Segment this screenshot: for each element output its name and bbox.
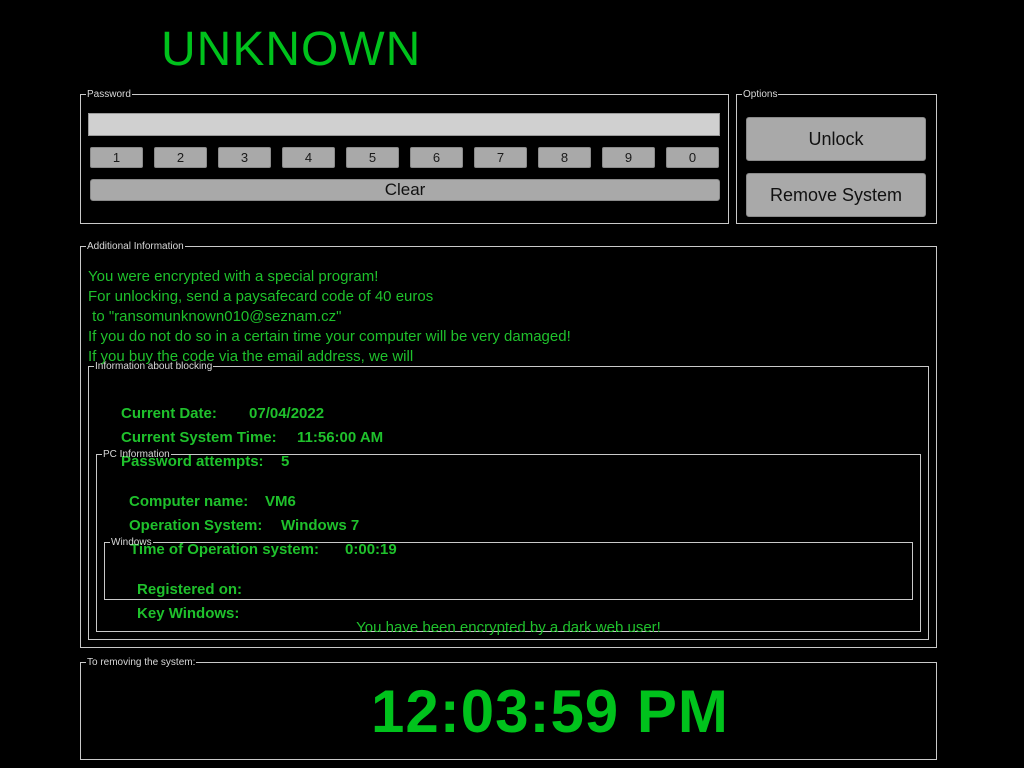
- unlock-button[interactable]: Unlock: [746, 117, 926, 161]
- removal-legend: To removing the system:: [87, 657, 196, 668]
- options-group-legend: Options: [743, 89, 778, 100]
- clear-button[interactable]: Clear: [90, 179, 720, 201]
- password-input[interactable]: [88, 113, 720, 136]
- digit-button-6[interactable]: 6: [410, 147, 463, 168]
- removal-clock: 12:03:59 PM: [371, 678, 729, 745]
- digit-button-2[interactable]: 2: [154, 147, 207, 168]
- digit-button-5[interactable]: 5: [346, 147, 399, 168]
- blocking-info-legend: Information about blocking: [95, 361, 213, 372]
- remove-system-button[interactable]: Remove System: [746, 173, 926, 217]
- digit-button-1[interactable]: 1: [90, 147, 143, 168]
- removal-group: To removing the system: 12:03:59 PM: [80, 657, 937, 760]
- options-group: Options Unlock Remove System: [736, 89, 937, 224]
- digit-button-7[interactable]: 7: [474, 147, 527, 168]
- info-line-1: You were encrypted with a special progra…: [88, 268, 379, 285]
- app-title: UNKNOWN: [161, 23, 422, 76]
- digit-keypad: 1 2 3 4 5 6 7 8 9 0: [90, 147, 720, 168]
- info-line-3: to "ransomunknown010@seznam.cz": [88, 308, 342, 325]
- digit-button-0[interactable]: 0: [666, 147, 719, 168]
- ransom-window: UNKNOWN Password 1 2 3 4 5 6 7 8 9 0 Cle…: [0, 0, 1024, 768]
- additional-info-legend: Additional Information: [87, 241, 184, 252]
- password-group-legend: Password: [87, 89, 131, 100]
- key-windows-label: Key Windows:: [137, 605, 240, 622]
- digit-button-4[interactable]: 4: [282, 147, 335, 168]
- digit-button-3[interactable]: 3: [218, 147, 271, 168]
- info-line-4: If you do not do so in a certain time yo…: [88, 328, 571, 345]
- digit-button-8[interactable]: 8: [538, 147, 591, 168]
- password-group: Password 1 2 3 4 5 6 7 8 9 0 Clear: [80, 89, 729, 224]
- info-line-2: For unlocking, send a paysafecard code o…: [88, 288, 434, 305]
- windows-legend: Windows: [111, 537, 152, 548]
- key-windows-row: Key Windows:: [112, 587, 239, 641]
- pc-info-legend: PC Information: [103, 449, 170, 460]
- system-time-value: 11:56:00 AM: [297, 429, 384, 446]
- digit-button-9[interactable]: 9: [602, 147, 655, 168]
- windows-group: Windows Registered on: Key Windows:: [104, 537, 913, 622]
